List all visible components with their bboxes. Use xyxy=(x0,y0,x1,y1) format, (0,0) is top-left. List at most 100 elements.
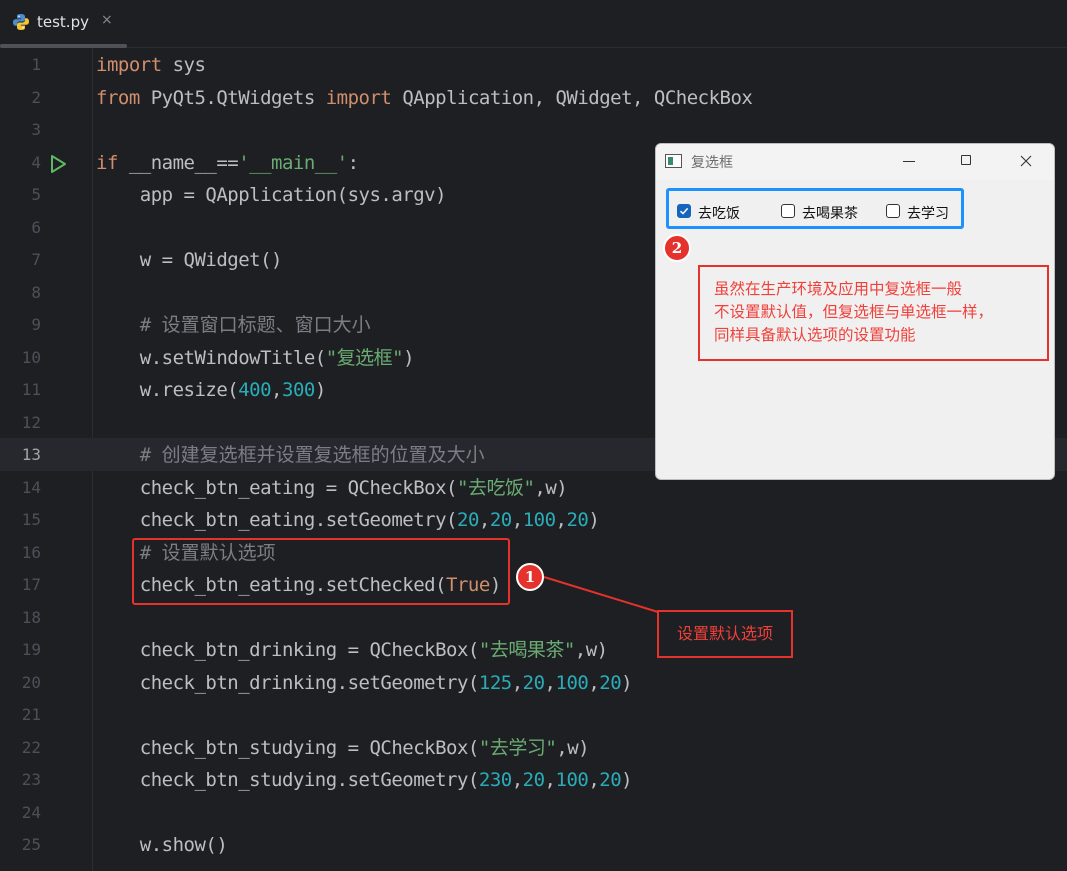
code-token: PyQt5.QtWidgets xyxy=(139,86,326,109)
code-token: 20 xyxy=(522,671,545,694)
code-token: 100 xyxy=(522,509,556,531)
code-line[interactable]: 19 check_btn_drinking = QCheckBox("去喝果茶"… xyxy=(0,633,1067,666)
line-number: 7 xyxy=(31,250,41,269)
code-text: check_btn_studying = QCheckBox("去学习",w) xyxy=(96,736,590,760)
line-number: 13 xyxy=(21,445,41,464)
code-token: 20 xyxy=(489,509,512,531)
code-token: 20 xyxy=(566,509,589,531)
maximize-button[interactable] xyxy=(952,150,982,172)
code-line[interactable]: 25 w.show() xyxy=(0,828,1067,861)
line-number: 11 xyxy=(21,380,41,399)
line-number: 18 xyxy=(21,607,41,627)
checkbox-drinking[interactable]: 去喝果茶 xyxy=(781,203,871,222)
line-number: 24 xyxy=(21,802,41,822)
code-line[interactable]: 20 check_btn_drinking.setGeometry(125,20… xyxy=(0,666,1067,699)
line-number: 17 xyxy=(21,575,41,594)
tab-close-icon[interactable]: × xyxy=(101,12,113,28)
checkbox-unchecked-icon xyxy=(781,204,795,218)
code-line[interactable]: 1 import sys xyxy=(0,48,1067,81)
line-number: 20 xyxy=(21,672,41,692)
code-token: w.resize( xyxy=(96,379,239,401)
code-text: check_btn_drinking = QCheckBox("去喝果茶",w) xyxy=(96,638,608,662)
checkbox-studying[interactable]: 去学习 xyxy=(886,203,966,222)
code-token: w.setWindowTitle( xyxy=(96,346,326,369)
callout-line: 同样具备默认选项的设置功能 xyxy=(714,326,916,344)
code-token: import xyxy=(96,54,162,76)
code-text: check_btn_drinking.setGeometry(125,20,10… xyxy=(96,671,633,695)
code-token: import xyxy=(325,86,392,109)
code-token: "去喝果茶" xyxy=(478,639,575,661)
line-number: 12 xyxy=(21,412,41,432)
tab-filename: test.py xyxy=(37,13,89,31)
checkbox-unchecked-icon xyxy=(886,204,900,218)
code-line[interactable]: 18 xyxy=(0,601,1067,634)
annotation-badge-1: 1 xyxy=(516,563,544,591)
code-token: , xyxy=(511,769,523,791)
code-token: 230 xyxy=(478,769,512,791)
code-line[interactable]: 15 check_btn_eating.setGeometry(20,20,10… xyxy=(0,503,1067,536)
window-title: 复选框 xyxy=(691,155,733,171)
code-text: import sys xyxy=(96,53,206,77)
line-number: 3 xyxy=(31,120,41,139)
line-number: 22 xyxy=(21,737,41,757)
code-token: check_btn_eating = QCheckBox( xyxy=(96,476,458,499)
code-token: if xyxy=(96,151,118,174)
code-text: app = QApplication(sys.argv) xyxy=(96,183,447,207)
code-token: 20 xyxy=(599,769,622,791)
code-token: ) xyxy=(314,379,326,401)
code-token: ,w) xyxy=(534,476,568,499)
code-token: # xyxy=(96,444,162,466)
code-token: 设置窗口标题、窗口大小 xyxy=(161,314,371,336)
line-number: 1 xyxy=(31,55,41,74)
window-titlebar[interactable]: 复选框 xyxy=(656,144,1054,180)
code-line[interactable]: 3 xyxy=(0,113,1067,146)
code-token: , xyxy=(478,509,490,531)
code-text: # 创建复选框并设置复选框的位置及大小 xyxy=(96,443,485,467)
code-line[interactable]: 23 check_btn_studying.setGeometry(230,20… xyxy=(0,763,1067,796)
code-token: 125 xyxy=(478,671,512,694)
line-number: 21 xyxy=(21,705,41,724)
code-text: w = QWidget() xyxy=(96,248,283,272)
code-token: , xyxy=(588,671,600,694)
editor-tab-bar: test.py × xyxy=(0,0,1067,48)
code-token: , xyxy=(271,379,282,401)
line-number: 8 xyxy=(31,282,41,302)
code-token: w.show() xyxy=(96,834,228,856)
line-number: 14 xyxy=(21,477,41,497)
checkbox-eating[interactable]: 去吃饭 xyxy=(677,203,757,222)
code-token: , xyxy=(544,671,556,694)
line-number: 15 xyxy=(21,510,41,529)
code-token: 100 xyxy=(555,671,589,694)
checkbox-demo-window[interactable]: 复选框 去吃饭 去喝果茶 去学习 2 虽然在生产环境及应用中复选框一般 不设置默… xyxy=(655,143,1055,480)
code-token: check_btn_drinking = QCheckBox( xyxy=(96,639,480,661)
minimize-button[interactable] xyxy=(894,150,924,172)
code-text: w.resize(400,300) xyxy=(96,378,327,402)
code-line[interactable]: 2 from PyQt5.QtWidgets import QApplicatio… xyxy=(0,81,1067,114)
code-token: , xyxy=(588,769,600,791)
line-number: 5 xyxy=(31,185,41,204)
code-text: if __name__=='__main__': xyxy=(96,151,359,175)
line-number: 23 xyxy=(21,770,41,789)
code-token: ,w) xyxy=(556,736,590,759)
line-number: 25 xyxy=(21,835,41,854)
code-token: # xyxy=(96,314,162,336)
close-button[interactable] xyxy=(1011,150,1041,172)
code-line[interactable]: 21 xyxy=(0,698,1067,731)
code-text: # 设置窗口标题、窗口大小 xyxy=(96,313,371,337)
run-icon[interactable] xyxy=(48,154,68,174)
annotation-callout-1: 设置默认选项 xyxy=(657,610,793,658)
line-number: 6 xyxy=(31,217,41,237)
code-line[interactable]: 22 check_btn_studying = QCheckBox("去学习",… xyxy=(0,731,1067,764)
code-token: check_btn_studying.setGeometry( xyxy=(96,769,480,791)
code-token: check_btn_studying = QCheckBox( xyxy=(96,736,480,759)
code-line[interactable]: 24 xyxy=(0,796,1067,829)
code-token: 20 xyxy=(599,671,622,694)
code-token: 300 xyxy=(282,379,315,401)
code-text: from PyQt5.QtWidgets import QApplication… xyxy=(96,86,753,110)
python-file-icon xyxy=(13,14,29,30)
callout-line: 虽然在生产环境及应用中复选框一般 xyxy=(714,280,963,298)
line-number: 16 xyxy=(21,542,41,562)
line-number: 19 xyxy=(21,640,41,659)
code-token: , xyxy=(544,769,556,791)
tab-test-py[interactable]: test.py × xyxy=(0,0,127,48)
